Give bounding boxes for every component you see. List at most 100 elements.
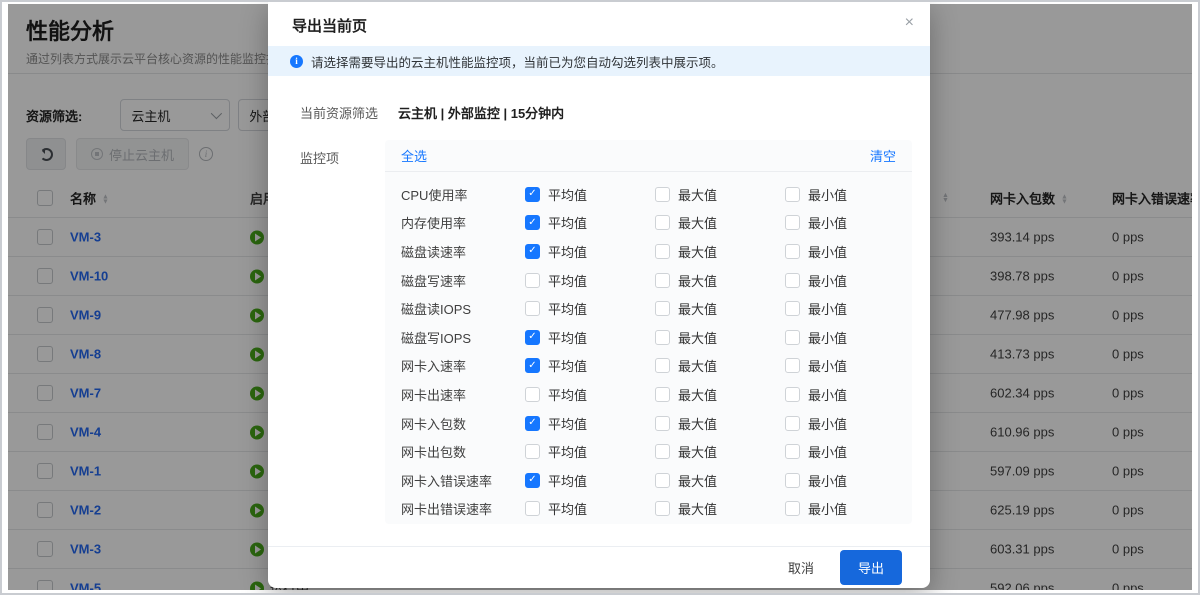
- max-label: 最大值: [678, 328, 717, 347]
- avg-checkbox[interactable]: 平均值: [525, 442, 655, 461]
- max-checkbox[interactable]: 最大值: [655, 385, 785, 404]
- checkbox-icon: [525, 244, 540, 259]
- checkbox-icon: [785, 215, 800, 230]
- min-label: 最小值: [808, 499, 847, 518]
- avg-label: 平均值: [548, 271, 587, 290]
- max-checkbox[interactable]: 最大值: [655, 414, 785, 433]
- min-label: 最小值: [808, 299, 847, 318]
- metric-name: 网卡出速率: [401, 385, 525, 404]
- checkbox-icon: [655, 273, 670, 288]
- max-label: 最大值: [678, 271, 717, 290]
- avg-checkbox[interactable]: 平均值: [525, 242, 655, 261]
- modal-title: 导出当前页: [292, 15, 367, 36]
- min-label: 最小值: [808, 185, 847, 204]
- avg-checkbox[interactable]: 平均值: [525, 356, 655, 375]
- avg-checkbox[interactable]: 平均值: [525, 471, 655, 490]
- max-checkbox[interactable]: 最大值: [655, 356, 785, 375]
- checkbox-icon: [525, 273, 540, 288]
- min-checkbox[interactable]: 最小值: [785, 242, 915, 261]
- checkbox-icon: [785, 301, 800, 316]
- metric-name: 网卡出错误速率: [401, 499, 525, 518]
- max-checkbox[interactable]: 最大值: [655, 299, 785, 318]
- metric-name: 网卡入错误速率: [401, 471, 525, 490]
- min-checkbox[interactable]: 最小值: [785, 385, 915, 404]
- min-checkbox[interactable]: 最小值: [785, 442, 915, 461]
- min-checkbox[interactable]: 最小值: [785, 213, 915, 232]
- metric-row: 磁盘写IOPS 平均值 最大值 最小值: [385, 323, 912, 352]
- checkbox-icon: [655, 301, 670, 316]
- close-icon[interactable]: ×: [905, 13, 914, 33]
- max-label: 最大值: [678, 499, 717, 518]
- checkbox-icon: [785, 358, 800, 373]
- min-checkbox[interactable]: 最小值: [785, 414, 915, 433]
- avg-checkbox[interactable]: 平均值: [525, 185, 655, 204]
- max-checkbox[interactable]: 最大值: [655, 499, 785, 518]
- checkbox-icon: [655, 444, 670, 459]
- avg-checkbox[interactable]: 平均值: [525, 299, 655, 318]
- avg-checkbox[interactable]: 平均值: [525, 385, 655, 404]
- min-label: 最小值: [808, 271, 847, 290]
- min-label: 最小值: [808, 385, 847, 404]
- metric-row: 网卡入速率 平均值 最大值 最小值: [385, 352, 912, 381]
- metrics-panel-header: 全选 清空: [385, 140, 912, 172]
- checkbox-icon: [655, 387, 670, 402]
- metric-row: 网卡入包数 平均值 最大值 最小值: [385, 409, 912, 438]
- checkbox-icon: [525, 387, 540, 402]
- min-label: 最小值: [808, 242, 847, 261]
- info-banner: i 请选择需要导出的云主机性能监控项，当前已为您自动勾选列表中展示项。: [268, 46, 930, 76]
- checkbox-icon: [785, 387, 800, 402]
- checkbox-icon: [525, 444, 540, 459]
- metric-name: 网卡入包数: [401, 414, 525, 433]
- max-label: 最大值: [678, 471, 717, 490]
- cancel-button[interactable]: 取消: [788, 558, 814, 577]
- metric-row: 磁盘读IOPS 平均值 最大值 最小值: [385, 294, 912, 323]
- checkbox-icon: [655, 187, 670, 202]
- avg-checkbox[interactable]: 平均值: [525, 271, 655, 290]
- metric-name: 磁盘写IOPS: [401, 328, 525, 347]
- min-checkbox[interactable]: 最小值: [785, 356, 915, 375]
- checkbox-icon: [525, 416, 540, 431]
- metric-name: 网卡入速率: [401, 356, 525, 375]
- avg-checkbox[interactable]: 平均值: [525, 414, 655, 433]
- min-checkbox[interactable]: 最小值: [785, 499, 915, 518]
- select-all-link[interactable]: 全选: [401, 146, 427, 165]
- avg-label: 平均值: [548, 471, 587, 490]
- metric-row: 内存使用率 平均值 最大值 最小值: [385, 209, 912, 238]
- export-button[interactable]: 导出: [840, 550, 902, 585]
- checkbox-icon: [655, 244, 670, 259]
- metric-name: CPU使用率: [401, 185, 525, 204]
- min-label: 最小值: [808, 471, 847, 490]
- min-checkbox[interactable]: 最小值: [785, 185, 915, 204]
- min-checkbox[interactable]: 最小值: [785, 271, 915, 290]
- checkbox-icon: [525, 330, 540, 345]
- metric-name: 内存使用率: [401, 213, 525, 232]
- max-checkbox[interactable]: 最大值: [655, 213, 785, 232]
- max-checkbox[interactable]: 最大值: [655, 471, 785, 490]
- clear-all-link[interactable]: 清空: [870, 146, 896, 165]
- avg-checkbox[interactable]: 平均值: [525, 499, 655, 518]
- min-checkbox[interactable]: 最小值: [785, 328, 915, 347]
- avg-checkbox[interactable]: 平均值: [525, 213, 655, 232]
- max-checkbox[interactable]: 最大值: [655, 185, 785, 204]
- metric-row: 磁盘读速率 平均值 最大值 最小值: [385, 237, 912, 266]
- export-modal: 导出当前页 × i 请选择需要导出的云主机性能监控项，当前已为您自动勾选列表中展…: [268, 2, 930, 588]
- max-checkbox[interactable]: 最大值: [655, 271, 785, 290]
- checkbox-icon: [525, 215, 540, 230]
- avg-label: 平均值: [548, 242, 587, 261]
- min-label: 最小值: [808, 414, 847, 433]
- checkbox-icon: [525, 301, 540, 316]
- max-label: 最大值: [678, 414, 717, 433]
- current-filter-row: 当前资源筛选 云主机 | 外部监控 | 15分钟内: [300, 103, 906, 122]
- checkbox-icon: [655, 330, 670, 345]
- min-checkbox[interactable]: 最小值: [785, 299, 915, 318]
- checkbox-icon: [785, 273, 800, 288]
- checkbox-icon: [785, 187, 800, 202]
- min-checkbox[interactable]: 最小值: [785, 471, 915, 490]
- max-checkbox[interactable]: 最大值: [655, 328, 785, 347]
- avg-checkbox[interactable]: 平均值: [525, 328, 655, 347]
- metrics-panel: 全选 清空 CPU使用率 平均值 最大值 最小值 内存使用率 平均值 最大值: [385, 140, 912, 524]
- max-checkbox[interactable]: 最大值: [655, 242, 785, 261]
- metric-name: 网卡出包数: [401, 442, 525, 461]
- max-checkbox[interactable]: 最大值: [655, 442, 785, 461]
- modal-footer: 取消 导出: [268, 546, 930, 588]
